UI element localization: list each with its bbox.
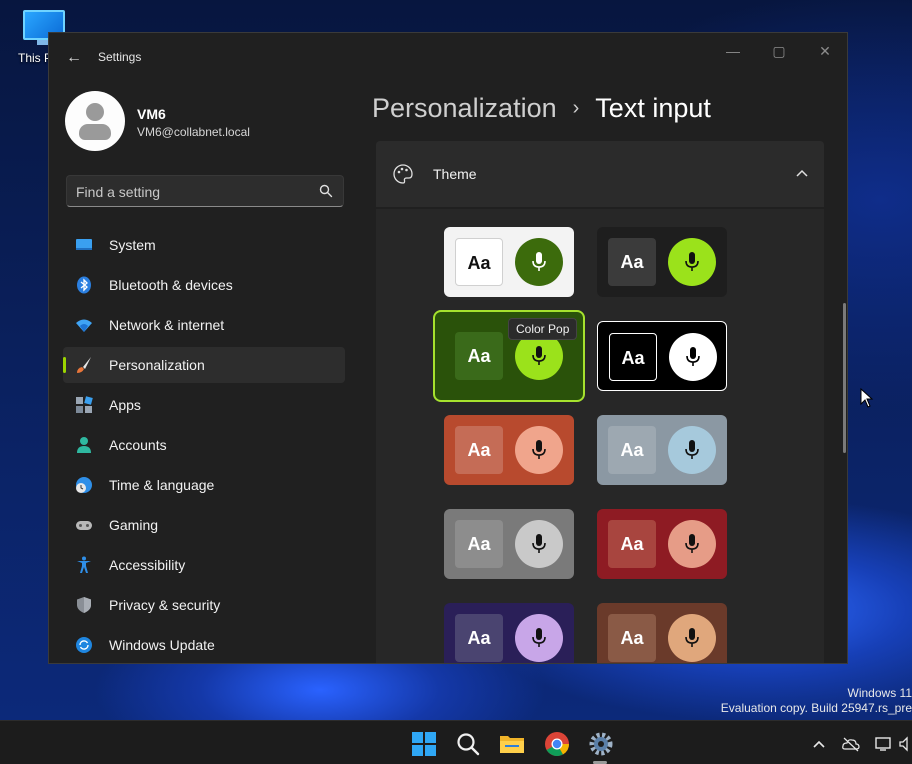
chevron-up-icon[interactable] — [810, 735, 828, 753]
sidebar-item-personalization[interactable]: Personalization — [63, 347, 345, 383]
sidebar-item-gaming[interactable]: Gaming — [63, 507, 345, 543]
accounts-icon — [77, 437, 91, 453]
sidebar-item-system[interactable]: System — [63, 227, 345, 263]
theme-expander[interactable]: Theme — [376, 141, 824, 207]
theme-preview-text: Aa — [455, 520, 503, 568]
microphone-icon — [515, 426, 563, 474]
user-name: VM6 — [137, 106, 166, 122]
user-email: VM6@collabnet.local — [137, 125, 250, 139]
display-icon[interactable] — [874, 735, 892, 753]
theme-swatch-light[interactable]: Aa — [444, 227, 574, 297]
theme-preview-text: Aa — [455, 332, 503, 380]
theme-preview-text: Aa — [455, 238, 503, 286]
search-icon[interactable] — [455, 731, 481, 757]
window-title: Settings — [98, 50, 142, 64]
sidebar-item-time-language[interactable]: Time & language — [63, 467, 345, 503]
mouse-cursor-icon — [860, 388, 874, 408]
sidebar-item-windows-update[interactable]: Windows Update — [63, 627, 345, 663]
theme-swatch-red-wave[interactable]: Aa — [597, 509, 727, 579]
wifi-icon — [76, 319, 92, 332]
breadcrumb-parent[interactable]: Personalization — [372, 93, 557, 123]
breadcrumb: Personalization › Text input — [372, 93, 711, 124]
microphone-icon — [668, 614, 716, 662]
sidebar-item-accounts[interactable]: Accounts — [63, 427, 345, 463]
volume-icon[interactable] — [898, 735, 912, 753]
theme-preview-text: Aa — [455, 426, 503, 474]
theme-label: Theme — [433, 166, 477, 182]
chevron-up-icon[interactable] — [796, 168, 808, 180]
close-button[interactable]: ✕ — [811, 39, 839, 63]
microphone-icon — [515, 520, 563, 568]
globe-clock-icon — [76, 477, 92, 493]
sidebar-nav: System Bluetooth & devices Network & int… — [63, 227, 345, 663]
theme-swatch-rust[interactable]: Aa — [444, 415, 574, 485]
theme-preview-text: Aa — [608, 238, 656, 286]
settings-window: ← Settings — ▢ ✕ VM6 VM6@collabnet.local… — [48, 32, 848, 664]
minimize-button[interactable]: — — [719, 39, 747, 63]
search-placeholder: Find a setting — [76, 184, 161, 200]
gamepad-icon — [76, 521, 92, 530]
start-icon[interactable] — [411, 731, 437, 757]
bluetooth-icon — [77, 276, 91, 294]
theme-preview-text: Aa — [608, 520, 656, 568]
avatar — [65, 91, 125, 151]
sidebar-item-network[interactable]: Network & internet — [63, 307, 345, 343]
palette-icon — [393, 164, 413, 184]
sidebar-item-privacy[interactable]: Privacy & security — [63, 587, 345, 623]
microphone-icon — [668, 426, 716, 474]
microphone-icon — [515, 614, 563, 662]
taskbar — [0, 720, 912, 764]
theme-swatch-high-contrast[interactable]: Aa — [597, 321, 727, 391]
shield-icon — [77, 597, 91, 613]
apps-icon — [76, 396, 93, 413]
theme-swatch-violet-wave[interactable]: Aa — [444, 603, 574, 663]
search-input[interactable]: Find a setting — [66, 175, 344, 207]
accessibility-icon — [77, 556, 91, 573]
search-icon — [319, 184, 333, 198]
theme-swatch-gray[interactable]: Aa — [444, 509, 574, 579]
scrollbar[interactable] — [843, 303, 846, 453]
theme-swatch-slate[interactable]: Aa — [597, 415, 727, 485]
theme-swatch-dark[interactable]: Aa — [597, 227, 727, 297]
evaluation-watermark: Windows 11 Evaluation copy. Build 25947.… — [720, 686, 912, 715]
microphone-icon — [515, 238, 563, 286]
theme-preview-text: Aa — [608, 426, 656, 474]
brush-icon — [77, 357, 91, 373]
title-bar: ← Settings — ▢ ✕ — [49, 33, 847, 81]
microphone-icon — [668, 238, 716, 286]
tooltip: Color Pop — [508, 318, 578, 340]
microphone-icon — [668, 520, 716, 568]
theme-preview-text: Aa — [608, 614, 656, 662]
theme-swatch-bronze-wave[interactable]: Aa — [597, 603, 727, 663]
microphone-icon — [669, 333, 717, 381]
update-icon — [76, 637, 92, 653]
settings-icon[interactable] — [588, 731, 614, 757]
sidebar-item-bluetooth[interactable]: Bluetooth & devices — [63, 267, 345, 303]
maximize-button[interactable]: ▢ — [765, 39, 793, 63]
back-button[interactable]: ← — [63, 47, 85, 69]
breadcrumb-separator: › — [572, 97, 580, 119]
theme-preview-text: Aa — [609, 333, 657, 381]
sidebar-item-accessibility[interactable]: Accessibility — [63, 547, 345, 583]
file-explorer-icon[interactable] — [499, 731, 525, 757]
chrome-icon[interactable] — [544, 731, 570, 757]
system-icon — [76, 239, 92, 250]
theme-preview-text: Aa — [455, 614, 503, 662]
sidebar-item-apps[interactable]: Apps — [63, 387, 345, 423]
onedrive-icon[interactable] — [842, 735, 860, 753]
page-title: Text input — [595, 93, 711, 123]
